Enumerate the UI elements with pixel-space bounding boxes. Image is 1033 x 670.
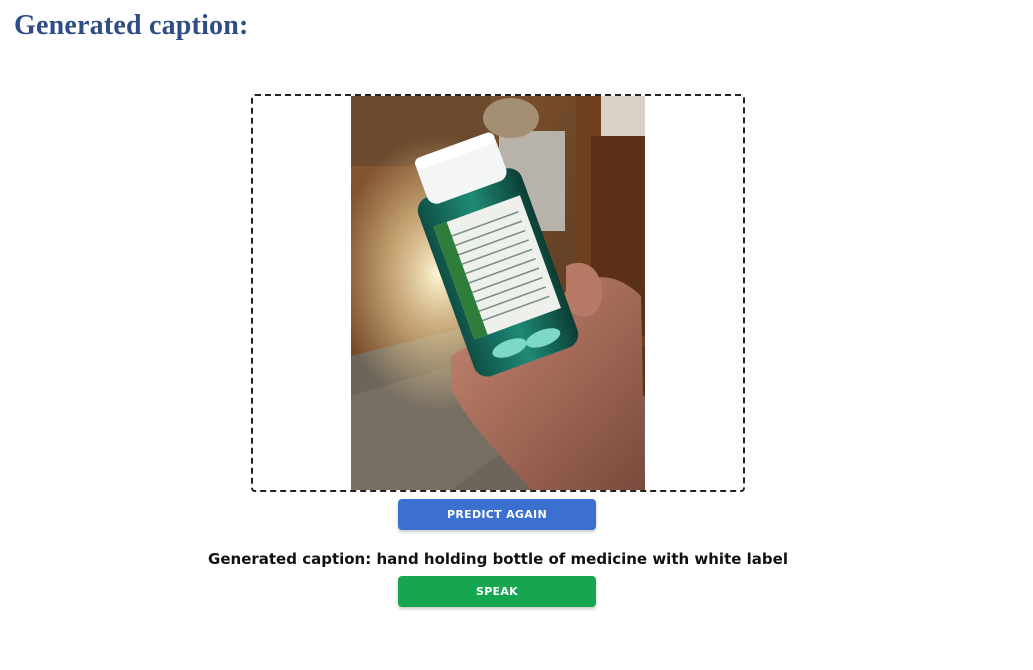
caption-text: hand holding bottle of medicine with whi…: [376, 550, 788, 568]
generated-caption: Generated caption: hand holding bottle o…: [0, 550, 996, 568]
caption-prefix: Generated caption:: [208, 550, 372, 568]
image-preview-frame: [251, 94, 745, 492]
photo-image: [351, 96, 645, 490]
page-title: Generated caption:: [14, 10, 249, 41]
speak-button[interactable]: SPEAK: [398, 576, 596, 607]
uploaded-photo: [351, 96, 645, 490]
predict-again-button[interactable]: PREDICT AGAIN: [398, 499, 596, 530]
